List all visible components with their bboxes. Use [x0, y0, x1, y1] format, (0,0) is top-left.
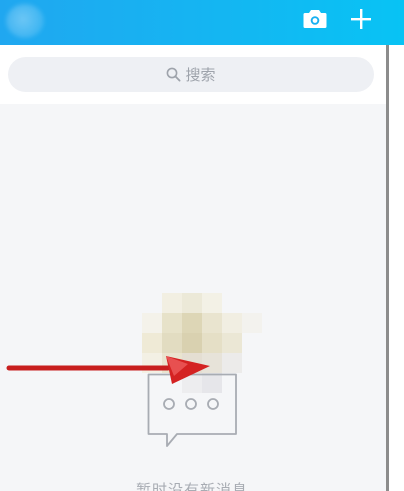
- message-page: 搜索 暂时没有新消息: [0, 0, 404, 491]
- scrollbar-thumb[interactable]: [386, 45, 389, 491]
- avatar[interactable]: [6, 4, 44, 38]
- camera-button[interactable]: [300, 6, 330, 36]
- camera-icon: [303, 8, 327, 34]
- search-input[interactable]: 搜索: [8, 57, 374, 92]
- add-button[interactable]: [346, 6, 376, 36]
- empty-message: 暂时没有新消息: [135, 481, 248, 491]
- scrollbar-track[interactable]: [388, 45, 404, 491]
- search-placeholder: 搜索: [185, 66, 216, 84]
- search-area: 搜索: [0, 45, 388, 104]
- red-arrow-annotation: [0, 330, 220, 394]
- top-header: [0, 0, 404, 45]
- search-icon: [166, 67, 181, 82]
- plus-icon: [349, 7, 373, 35]
